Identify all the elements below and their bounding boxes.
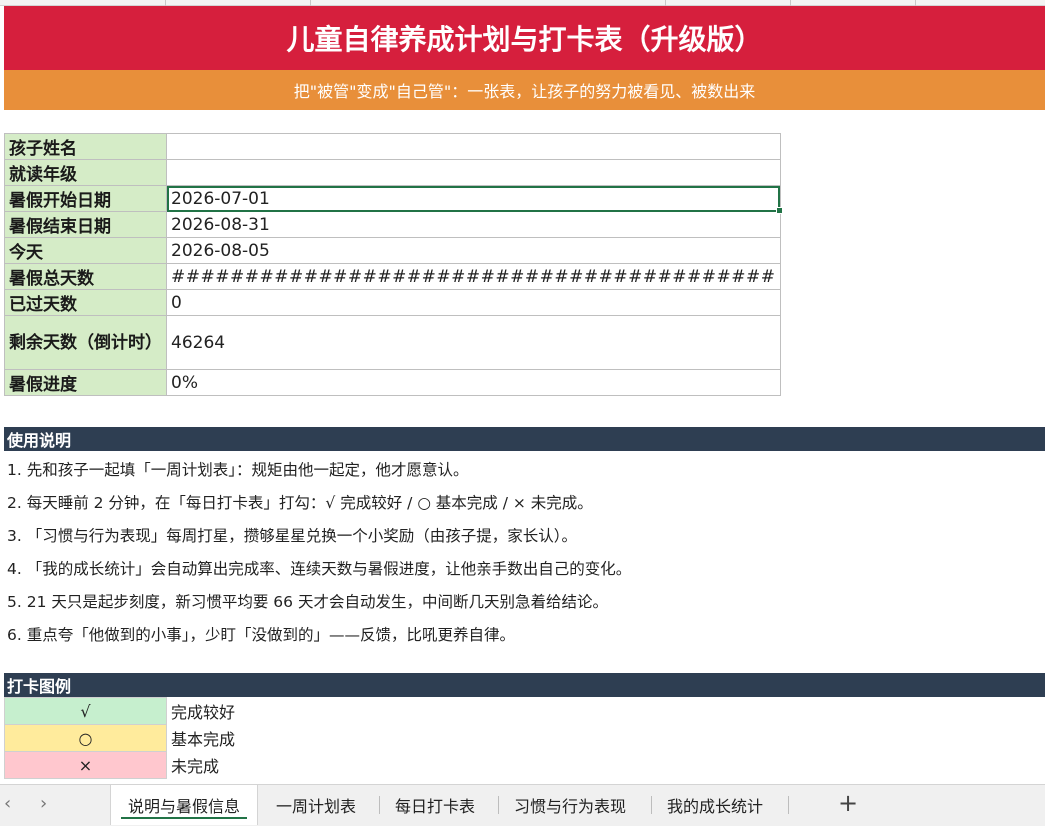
info-value-end-date[interactable]: 2026-08-31 [166, 211, 781, 238]
instruction-line[interactable]: 4. 「我的成长统计」会自动算出完成率、连续天数与暑假进度，让他亲手数出自己的变… [7, 557, 631, 579]
legend-label-done[interactable]: 完成较好 [167, 698, 467, 725]
info-value-progress[interactable]: 0% [166, 369, 781, 396]
spreadsheet-grid: 儿童自律养成计划与打卡表（升级版） 把"被管"变成"自己管"：一张表，让孩子的努… [4, 6, 1045, 784]
instruction-line[interactable]: 1. 先和孩子一起填「一周计划表」：规矩由他一起定，他才愿意认。 [7, 458, 468, 480]
tab-daily-checkin[interactable]: 每日打卡表 [395, 785, 475, 825]
legend-header[interactable]: 打卡图例 [4, 673, 1045, 697]
info-label-total-days[interactable]: 暑假总天数 [4, 263, 167, 290]
info-label-today[interactable]: 今天 [4, 237, 167, 264]
prev-sheet-icon[interactable]: ‹ [4, 793, 11, 814]
page-subtitle[interactable]: 把"被管"变成"自己管"：一张表，让孩子的努力被看见、被数出来 [4, 70, 1045, 110]
tab-growth-stats[interactable]: 我的成长统计 [667, 785, 763, 825]
info-row: 孩子姓名 [4, 133, 781, 160]
tab-separator [498, 796, 499, 814]
instruction-line[interactable]: 2. 每天睡前 2 分钟，在「每日打卡表」打勾：√ 完成较好 / ○ 基本完成 … [7, 491, 593, 513]
info-row: 已过天数 0 [4, 289, 781, 316]
info-value-name[interactable] [166, 133, 781, 160]
tab-label: 说明与暑假信息 [127, 797, 240, 816]
info-label-start-date[interactable]: 暑假开始日期 [4, 185, 167, 212]
tab-label: 一周计划表 [276, 797, 357, 816]
next-sheet-icon[interactable]: › [40, 793, 47, 814]
page-title[interactable]: 儿童自律养成计划与打卡表（升级版） [4, 6, 1045, 70]
legend-label-basic[interactable]: 基本完成 [167, 725, 467, 752]
legend-row: × 未完成 [4, 751, 467, 779]
sheet-tab-bar: ‹ › 说明与暑假信息 一周计划表 每日打卡表 习惯与行为表现 我的成长统计 + [0, 784, 1045, 826]
info-row: 今天 2026-08-05 [4, 237, 781, 264]
instruction-line[interactable]: 5. 21 天只是起步刻度，新习惯平均要 66 天才会自动发生，中间断几天别急着… [7, 590, 608, 612]
info-value-grade[interactable] [166, 159, 781, 186]
legend-symbol-done[interactable]: √ [4, 697, 167, 725]
legend-symbol-fail[interactable]: × [4, 751, 167, 779]
instruction-line[interactable]: 6. 重点夸「他做到的小事」，少盯「没做到的」——反馈，比吼更养自律。 [7, 623, 515, 645]
info-value-start-date[interactable]: 2026-07-01 [166, 185, 783, 214]
info-value-remaining-days[interactable]: 46264 [166, 315, 781, 370]
info-label-end-date[interactable]: 暑假结束日期 [4, 211, 167, 238]
info-label-grade[interactable]: 就读年级 [4, 159, 167, 186]
info-row: 暑假总天数 ##################################… [4, 263, 781, 290]
info-label-name[interactable]: 孩子姓名 [4, 133, 167, 160]
info-label-passed-days[interactable]: 已过天数 [4, 289, 167, 316]
legend-row: √ 完成较好 [4, 697, 467, 725]
tab-separator [651, 796, 652, 814]
fill-handle[interactable] [775, 207, 783, 214]
tab-label: 每日打卡表 [395, 797, 476, 816]
info-row: 暑假结束日期 2026-08-31 [4, 211, 781, 238]
summer-info-table: 孩子姓名 就读年级 暑假开始日期 2026-07-01 暑假结束日期 2026-… [4, 133, 783, 396]
info-value-total-days[interactable]: ########################################… [166, 263, 781, 290]
tab-separator [788, 796, 789, 814]
info-row: 剩余天数（倒计时） 46264 [4, 315, 781, 370]
info-row: 就读年级 [4, 159, 781, 186]
legend-label-fail[interactable]: 未完成 [167, 752, 467, 779]
add-sheet-icon[interactable]: + [838, 789, 858, 817]
info-row: 暑假进度 0% [4, 369, 781, 396]
info-label-progress[interactable]: 暑假进度 [4, 369, 167, 396]
tab-habits[interactable]: 习惯与行为表现 [514, 785, 626, 825]
tab-separator [379, 796, 380, 814]
instruction-line[interactable]: 3. 「习惯与行为表现」每周打星，攒够星星兑换一个小奖励（由孩子提，家长认）。 [7, 524, 577, 546]
start-date-text: 2026-07-01 [171, 188, 270, 209]
info-label-remaining-days[interactable]: 剩余天数（倒计时） [4, 315, 167, 370]
legend-table: √ 完成较好 ○ 基本完成 × 未完成 [4, 697, 467, 779]
tab-info[interactable]: 说明与暑假信息 [110, 785, 258, 825]
tab-label: 我的成长统计 [667, 797, 764, 816]
info-value-passed-days[interactable]: 0 [166, 289, 781, 316]
active-tab-indicator [121, 817, 247, 819]
instructions-header[interactable]: 使用说明 [4, 427, 1045, 451]
tab-weekly-plan[interactable]: 一周计划表 [276, 785, 356, 825]
legend-symbol-basic[interactable]: ○ [4, 724, 167, 752]
legend-row: ○ 基本完成 [4, 724, 467, 752]
info-value-today[interactable]: 2026-08-05 [166, 237, 781, 264]
tab-label: 习惯与行为表现 [514, 797, 627, 816]
info-row: 暑假开始日期 2026-07-01 [4, 185, 783, 214]
